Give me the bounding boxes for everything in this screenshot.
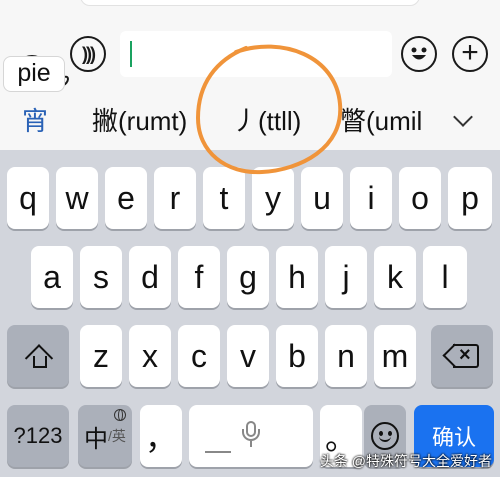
key-w[interactable]: w (56, 167, 98, 229)
key-label: f (194, 258, 204, 295)
key-s[interactable]: s (80, 246, 122, 308)
numbers-key[interactable]: ?123 (7, 405, 69, 467)
key-label: b (288, 337, 306, 374)
key-label: h (288, 258, 306, 295)
key-c[interactable]: c (178, 325, 220, 387)
keyboard: q w e r t y u i o p a s d f g h j k l z … (0, 150, 500, 477)
language-key[interactable]: 中 /英 (78, 405, 132, 467)
backspace-icon: × (442, 343, 479, 368)
key-z[interactable]: z (80, 325, 122, 387)
key-label: r (169, 179, 181, 216)
plus-button[interactable]: + (452, 36, 488, 72)
comma-key-label: ， (144, 420, 177, 456)
key-l[interactable]: l (423, 246, 467, 308)
shift-icon (26, 344, 50, 368)
composition-text: pie (3, 56, 65, 92)
key-label: z (93, 337, 109, 374)
key-label: q (19, 179, 37, 216)
language-key-sub: /英 (108, 428, 126, 444)
key-v[interactable]: v (227, 325, 269, 387)
text-caret (130, 41, 132, 67)
key-label: g (239, 258, 257, 295)
key-r[interactable]: r (154, 167, 196, 229)
key-label: k (387, 258, 403, 295)
candidate-bar: 宵 撇(rumt) 丿(ttll) 瞥(umil (0, 92, 500, 150)
key-t[interactable]: t (203, 167, 245, 229)
candidate-4[interactable]: 瞥(umil (340, 92, 422, 150)
key-j[interactable]: j (325, 246, 367, 308)
key-label: a (43, 258, 61, 295)
candidate-3[interactable]: 丿(ttll) (232, 92, 301, 150)
key-label: l (441, 258, 449, 295)
language-key-main: 中 (84, 425, 109, 453)
key-label: j (342, 258, 350, 295)
voice-button[interactable]: ))) (70, 36, 106, 72)
key-n[interactable]: n (325, 325, 367, 387)
key-label: w (65, 179, 89, 216)
key-m[interactable]: m (374, 325, 416, 387)
key-label: m (381, 337, 409, 374)
voice-icon: ))) (82, 43, 96, 64)
input-bar: ))) + (0, 20, 500, 89)
key-label: n (337, 337, 355, 374)
key-e[interactable]: e (105, 167, 147, 229)
key-label: o (411, 179, 429, 216)
key-q[interactable]: q (7, 167, 49, 229)
shift-key[interactable] (7, 325, 69, 387)
key-label: e (117, 179, 135, 216)
watermark: 头条 @特殊符号大全爱好者 (319, 453, 492, 469)
emoji-button[interactable] (401, 36, 437, 72)
key-label: x (142, 337, 158, 374)
emoji-icon (371, 422, 399, 450)
comma-key[interactable]: ， (140, 405, 182, 467)
microphone-icon (241, 421, 261, 451)
key-h[interactable]: h (276, 246, 318, 308)
key-i[interactable]: i (350, 167, 392, 229)
space-underline (205, 451, 231, 453)
key-label: y (265, 179, 281, 216)
emoji-icon (405, 40, 433, 68)
message-bubble-remnant (80, 0, 420, 6)
key-label: u (313, 179, 331, 216)
globe-icon (114, 409, 126, 421)
key-f[interactable]: f (178, 246, 220, 308)
key-a[interactable]: a (31, 246, 73, 308)
backspace-key[interactable]: × (431, 325, 493, 387)
message-input[interactable] (120, 31, 392, 77)
numbers-key-label: ?123 (13, 423, 63, 448)
key-label: s (93, 258, 109, 295)
key-label: i (367, 179, 375, 216)
space-key[interactable] (189, 405, 313, 467)
key-label: v (240, 337, 256, 374)
key-label: t (219, 179, 229, 216)
key-o[interactable]: o (399, 167, 441, 229)
key-g[interactable]: g (227, 246, 269, 308)
candidate-2[interactable]: 撇(rumt) (92, 92, 187, 150)
key-label: p (461, 179, 479, 216)
key-b[interactable]: b (276, 325, 318, 387)
key-x[interactable]: x (129, 325, 171, 387)
chevron-down-icon[interactable] (452, 110, 474, 132)
key-y[interactable]: y (252, 167, 294, 229)
key-p[interactable]: p (448, 167, 492, 229)
plus-icon: + (461, 36, 479, 69)
key-d[interactable]: d (129, 246, 171, 308)
key-k[interactable]: k (374, 246, 416, 308)
confirm-button-label: 确认 (431, 425, 476, 450)
key-label: d (141, 258, 159, 295)
candidate-1[interactable]: 宵 (22, 92, 48, 150)
key-u[interactable]: u (301, 167, 343, 229)
key-label: c (191, 337, 207, 374)
